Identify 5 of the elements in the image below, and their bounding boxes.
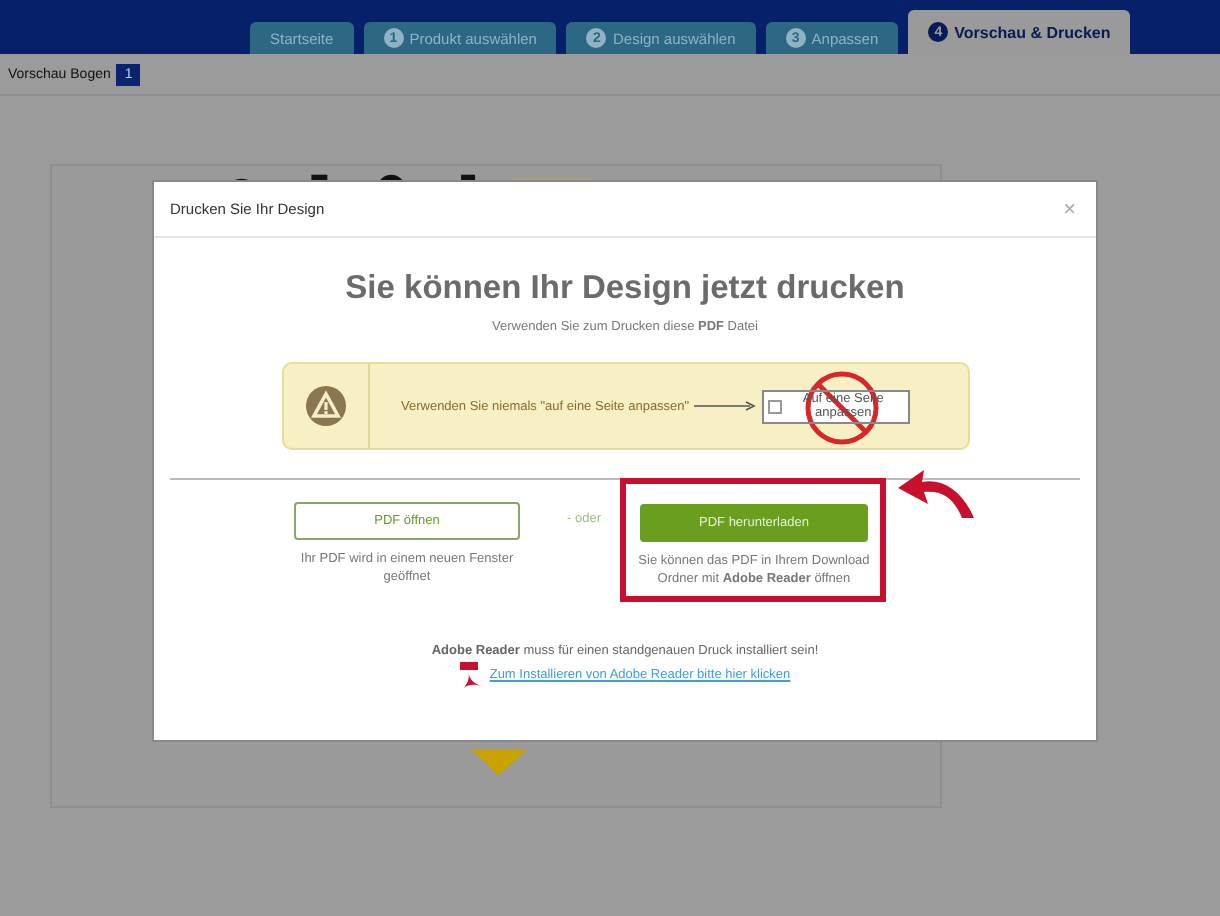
close-button[interactable]: × xyxy=(1059,197,1080,221)
pdf-file-icon xyxy=(459,662,484,688)
warning-icon xyxy=(303,386,347,426)
dialog-heading: Sie können Ihr Design jetzt drucken xyxy=(345,270,905,308)
arrow-icon xyxy=(693,400,758,412)
